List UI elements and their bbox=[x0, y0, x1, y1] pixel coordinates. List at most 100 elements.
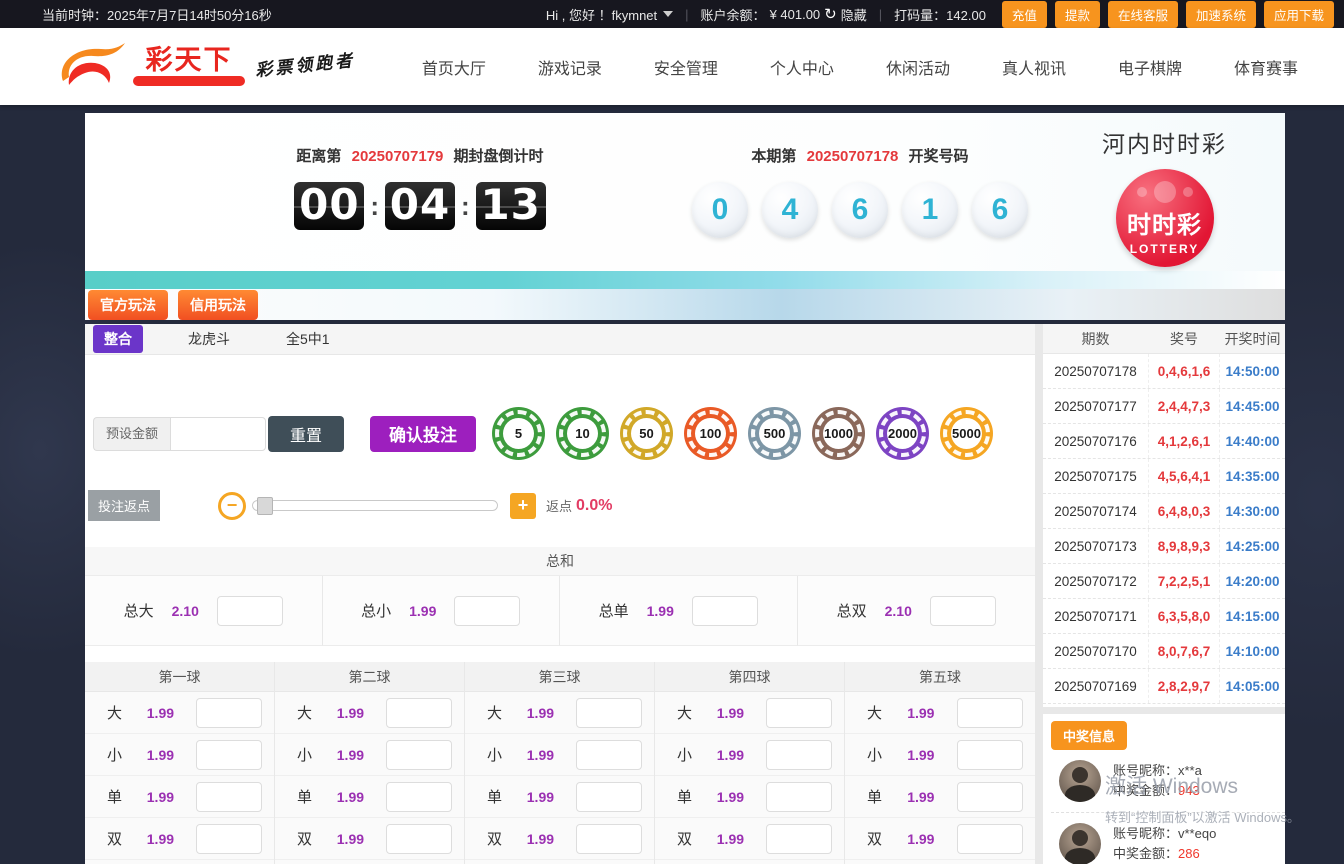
chip-50[interactable]: 50 bbox=[620, 407, 673, 460]
bet-controls: 预设金额 重置 确认投注 5 10 50 100 500 1000 2000 5… bbox=[93, 407, 1035, 460]
play-mode-tab-0[interactable]: 官方玩法 bbox=[88, 290, 168, 320]
topbar-button-0[interactable]: 充值 bbox=[1002, 1, 1047, 28]
content-row: 整合 龙虎斗 全5中1 预设金额 重置 确认投注 5 10 50 100 500 1… bbox=[85, 324, 1285, 864]
bet-option-label: 大 bbox=[677, 702, 717, 723]
bet-amount-input[interactable] bbox=[196, 698, 262, 728]
bet-option-label: 总大 bbox=[124, 600, 154, 621]
bet-odds: 1.99 bbox=[147, 789, 196, 805]
nav-item-2[interactable]: 安全管理 bbox=[654, 55, 718, 79]
bet-amount-input[interactable] bbox=[957, 824, 1023, 854]
bet-amount-input[interactable] bbox=[692, 596, 758, 626]
bet-amount-input[interactable] bbox=[386, 824, 452, 854]
topbar-button-3[interactable]: 加速系统 bbox=[1186, 1, 1256, 28]
bet-amount-input[interactable] bbox=[196, 824, 262, 854]
lottery-logo-en: LOTTERY bbox=[1130, 242, 1200, 256]
bet-option-label: 单 bbox=[487, 786, 527, 807]
reset-button[interactable]: 重置 bbox=[268, 416, 344, 452]
chip-1000[interactable]: 1000 bbox=[812, 407, 865, 460]
ball-bet-row: 单 1.99 bbox=[275, 776, 464, 818]
chip-500[interactable]: 500 bbox=[748, 407, 801, 460]
bet-amount-input[interactable] bbox=[766, 782, 832, 812]
divider: | bbox=[877, 7, 884, 22]
bet-amount-input[interactable] bbox=[957, 740, 1023, 770]
nav-item-6[interactable]: 电子棋牌 bbox=[1118, 55, 1182, 79]
ball-bet-row: 0 9.90 bbox=[655, 860, 844, 864]
topbar-button-4[interactable]: 应用下载 bbox=[1264, 1, 1334, 28]
ball-bet-row: 大 1.99 bbox=[275, 692, 464, 734]
topbar-button-2[interactable]: 在线客服 bbox=[1108, 1, 1178, 28]
ball-bet-row: 单 1.99 bbox=[845, 776, 1035, 818]
history-row: 20250707176 4,1,2,6,1 14:40:00 bbox=[1043, 424, 1285, 459]
bet-amount-input[interactable] bbox=[386, 698, 452, 728]
game-name: 河内时时彩 bbox=[1102, 125, 1227, 159]
bet-option-label: 大 bbox=[107, 702, 147, 723]
ball-column-header: 第三球 bbox=[465, 662, 654, 692]
bet-amount-input[interactable] bbox=[196, 740, 262, 770]
colon: : bbox=[461, 191, 470, 222]
bet-amount-input[interactable] bbox=[957, 698, 1023, 728]
bet-amount-input[interactable] bbox=[217, 596, 283, 626]
play-mode-tab-1[interactable]: 信用玩法 bbox=[178, 290, 258, 320]
balance-label: 账户余额： bbox=[701, 5, 766, 24]
history-time: 14:30:00 bbox=[1220, 504, 1285, 519]
bet-amount-input[interactable] bbox=[576, 824, 642, 854]
bet-amount-input[interactable] bbox=[930, 596, 996, 626]
bet-amount-input[interactable] bbox=[766, 698, 832, 728]
rebate-tag: 投注返点 bbox=[88, 490, 160, 521]
bet-amount-input[interactable] bbox=[196, 782, 262, 812]
sub-tab-0[interactable]: 整合 bbox=[93, 325, 143, 353]
bet-option-label: 小 bbox=[297, 744, 337, 765]
chip-10[interactable]: 10 bbox=[556, 407, 609, 460]
bet-odds: 1.99 bbox=[527, 831, 576, 847]
bet-amount-input[interactable] bbox=[766, 824, 832, 854]
bet-odds: 1.99 bbox=[337, 705, 386, 721]
nav-item-3[interactable]: 个人中心 bbox=[770, 55, 834, 79]
preset-amount-input[interactable] bbox=[170, 417, 266, 451]
bet-amount-input[interactable] bbox=[576, 782, 642, 812]
bet-amount-input[interactable] bbox=[766, 740, 832, 770]
chip-2000[interactable]: 2000 bbox=[876, 407, 929, 460]
nav-item-0[interactable]: 首页大厅 bbox=[422, 55, 486, 79]
lottery-logo-cn: 时时彩 bbox=[1127, 205, 1202, 240]
rebate-decrease-button[interactable]: − bbox=[218, 492, 246, 520]
history-row: 20250707173 8,9,8,9,3 14:25:00 bbox=[1043, 529, 1285, 564]
rebate-slider-track[interactable] bbox=[252, 500, 498, 511]
winners-badge[interactable]: 中奖信息 bbox=[1051, 721, 1127, 750]
game-sub-tabs: 整合 龙虎斗 全5中1 bbox=[85, 324, 1035, 355]
chip-5[interactable]: 5 bbox=[492, 407, 545, 460]
winners-panel: 中奖信息 账号昵称：x**a 中奖金额：943 账号昵称：v**eqo 中奖金额… bbox=[1043, 714, 1285, 864]
chip-100[interactable]: 100 bbox=[684, 407, 737, 460]
bet-amount-input[interactable] bbox=[957, 782, 1023, 812]
sub-tab-1[interactable]: 龙虎斗 bbox=[177, 325, 241, 353]
colon: : bbox=[370, 191, 379, 222]
user-menu[interactable]: Hi , 您好 ！fkymnet bbox=[546, 5, 673, 24]
rebate-increase-button[interactable]: + bbox=[510, 493, 536, 519]
hide-balance-link[interactable]: 隐藏 bbox=[841, 5, 867, 24]
rebate-value: 0.0% bbox=[576, 497, 612, 515]
nav-item-5[interactable]: 真人视讯 bbox=[1002, 55, 1066, 79]
rebate-slider-handle[interactable] bbox=[257, 497, 273, 515]
nav-item-4[interactable]: 休闲活动 bbox=[886, 55, 950, 79]
history-numbers: 8,0,7,6,7 bbox=[1148, 634, 1220, 668]
bet-amount-input[interactable] bbox=[386, 782, 452, 812]
topbar-button-1[interactable]: 提款 bbox=[1055, 1, 1100, 28]
bet-odds: 1.99 bbox=[907, 789, 957, 805]
nav-item-1[interactable]: 游戏记录 bbox=[538, 55, 602, 79]
history-row: 20250707170 8,0,7,6,7 14:10:00 bbox=[1043, 634, 1285, 669]
history-time: 14:15:00 bbox=[1220, 609, 1285, 624]
sub-tab-2[interactable]: 全5中1 bbox=[275, 325, 341, 353]
bet-odds: 1.99 bbox=[409, 603, 436, 619]
bet-amount-input[interactable] bbox=[576, 698, 642, 728]
navbar: 彩天下 彩票领跑者 首页大厅 游戏记录 安全管理 个人中心 休闲活动 真人视讯 电子棋牌 体育… bbox=[0, 28, 1344, 105]
site-logo[interactable]: 彩天下 彩票领跑者 bbox=[55, 39, 355, 95]
confirm-bet-button[interactable]: 确认投注 bbox=[370, 416, 476, 452]
chip-5000[interactable]: 5000 bbox=[940, 407, 993, 460]
bet-odds: 2.10 bbox=[172, 603, 199, 619]
bet-amount-input[interactable] bbox=[454, 596, 520, 626]
nav-item-7[interactable]: 体育赛事 bbox=[1234, 55, 1298, 79]
bet-amount-input[interactable] bbox=[576, 740, 642, 770]
refresh-icon[interactable]: ↻ bbox=[824, 7, 837, 22]
sum-section-title: 总和 bbox=[85, 547, 1035, 576]
bet-amount-input[interactable] bbox=[386, 740, 452, 770]
history-issue: 20250707173 bbox=[1043, 539, 1148, 554]
